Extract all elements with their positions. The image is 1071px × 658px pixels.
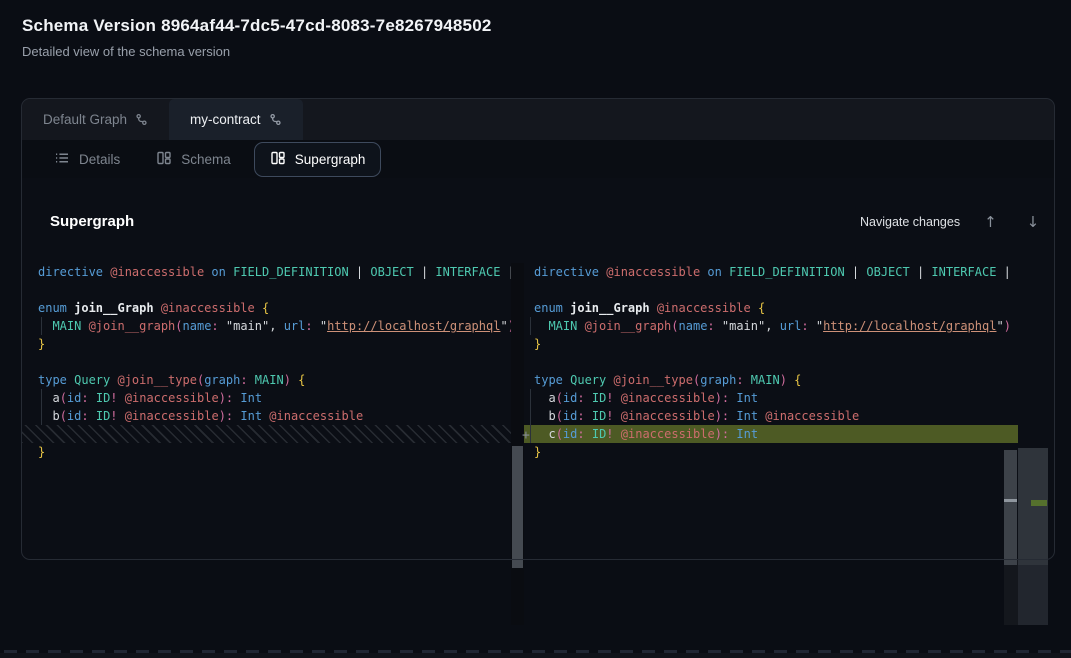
subtab-schema[interactable]: Schema (143, 143, 244, 176)
code-line: enum join__Graph @inaccessible { (524, 299, 1018, 317)
section-title: Supergraph (50, 213, 134, 230)
subtab-label: Details (79, 152, 120, 167)
page-title: Schema Version 8964af44-7dc5-47cd-8083-7… (22, 16, 492, 36)
right-scrollbar-track (1004, 560, 1018, 625)
code-line: } (524, 443, 1018, 461)
left-editor-scrollbar[interactable] (512, 446, 523, 568)
navigate-changes-controls: Navigate changes ↑ ↓ (860, 211, 1045, 233)
minimap-added-mark (1031, 500, 1047, 506)
code-line: a(id: ID! @inaccessible): Int (21, 389, 519, 407)
bottom-dashed-edge (4, 650, 1071, 653)
page-subtitle: Detailed view of the schema version (22, 44, 230, 59)
code-line (524, 353, 1018, 371)
code-line: MAIN @join__graph(name: "main", url: "ht… (524, 317, 1018, 335)
code-line: b(id: ID! @inaccessible): Int @inaccessi… (21, 407, 519, 425)
minimap-track (1018, 565, 1048, 625)
code-line: b(id: ID! @inaccessible): Int @inaccessi… (524, 407, 1018, 425)
code-line: MAIN @join__graph(name: "main", url: "ht… (21, 317, 519, 335)
bottom-strip (0, 653, 1071, 658)
code-line: type Query @join__type(graph: MAIN) { (21, 371, 519, 389)
code-line: type Query @join__type(graph: MAIN) { (524, 371, 1018, 389)
code-line: directive @inaccessible on FIELD_DEFINIT… (21, 263, 519, 281)
subtab-supergraph[interactable]: Supergraph (254, 142, 382, 177)
tab-label: Default Graph (43, 112, 127, 127)
diff-placeholder-line (21, 425, 519, 443)
navigate-up-button[interactable]: ↑ (978, 211, 1003, 233)
fork-icon (135, 113, 148, 126)
minimap-slider[interactable] (1018, 448, 1048, 565)
tab-default-graph[interactable]: Default Graph (22, 99, 169, 140)
navigate-changes-label: Navigate changes (860, 215, 960, 229)
code-line: directive @inaccessible on FIELD_DEFINIT… (524, 263, 1018, 281)
code-line (524, 281, 1018, 299)
code-line: enum join__Graph @inaccessible { (21, 299, 519, 317)
view-subtabbar: Details Schema Supergraph (22, 140, 1054, 178)
code-line (21, 353, 519, 371)
schema-version-page: Schema Version 8964af44-7dc5-47cd-8083-7… (0, 0, 1071, 658)
code-line: } (524, 335, 1018, 353)
code-line: a(id: ID! @inaccessible): Int (524, 389, 1018, 407)
subtab-label: Schema (181, 152, 231, 167)
graph-tabbar: Default Graph my-contract (22, 99, 1054, 140)
list-icon (54, 150, 70, 169)
code-line (21, 281, 519, 299)
panels-icon (270, 150, 286, 169)
tab-label: my-contract (190, 112, 261, 127)
code-line: } (21, 443, 519, 461)
tab-my-contract[interactable]: my-contract (169, 99, 303, 140)
minimap-code-mark (1004, 499, 1017, 502)
navigate-down-button[interactable]: ↓ (1021, 211, 1046, 233)
subtab-label: Supergraph (295, 152, 366, 167)
code-line: } (21, 335, 519, 353)
subtab-details[interactable]: Details (41, 143, 133, 176)
diff-added-marker: + (522, 427, 530, 445)
panels-icon (156, 150, 172, 169)
right-editor-scrollbar[interactable] (1004, 450, 1017, 565)
diff-editor-left[interactable]: directive @inaccessible on FIELD_DEFINIT… (21, 263, 519, 461)
added-code-line: c(id: ID! @inaccessible): Int (524, 425, 1018, 443)
diff-editor-right[interactable]: directive @inaccessible on FIELD_DEFINIT… (524, 263, 1018, 461)
fork-icon (269, 113, 282, 126)
